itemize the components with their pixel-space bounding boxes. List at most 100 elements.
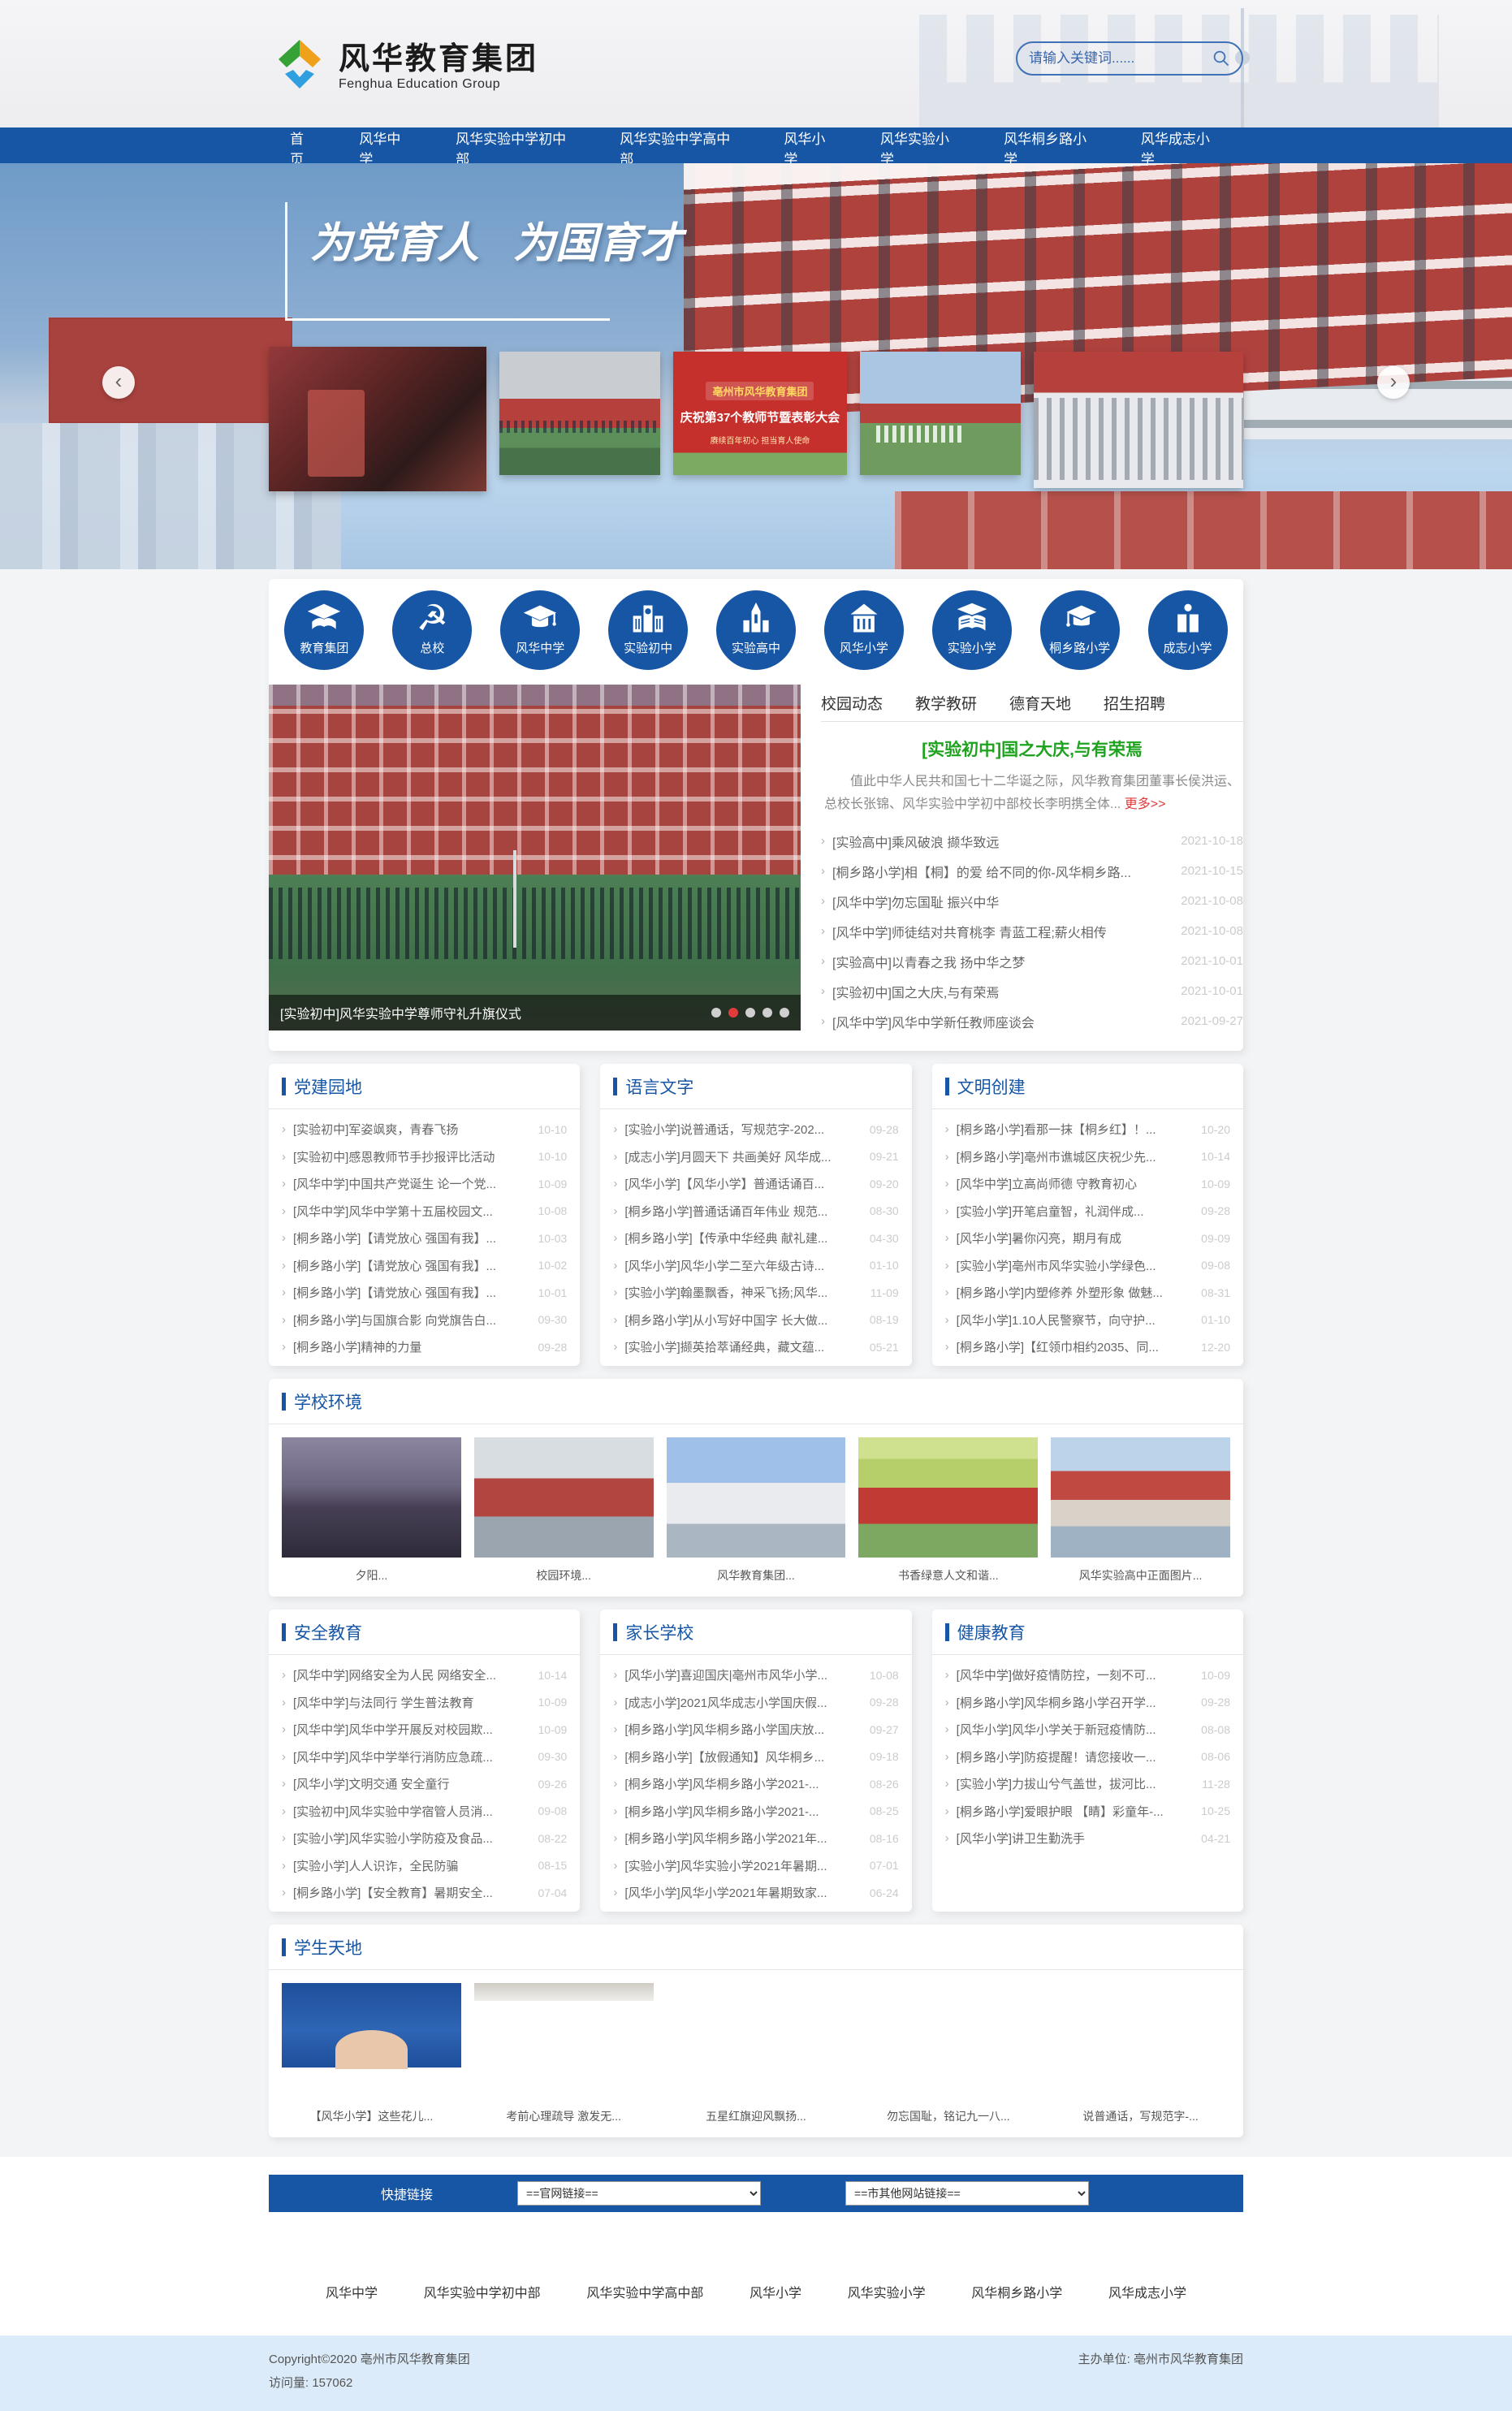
school-icon-link[interactable]: 教育集团 — [270, 590, 378, 670]
environment-photo-item[interactable]: 风华实验高中正面图片... — [1051, 1437, 1230, 1584]
news-list-item[interactable]: ›[实验小学]风华实验小学防疫及食品...08-22 — [282, 1825, 567, 1852]
news-list-item[interactable]: ›[桐乡路小学]【安全教育】暑期安全...07-04 — [282, 1879, 567, 1907]
school-icon-link[interactable]: ☭ 总校 — [378, 590, 486, 670]
banner-thumb-students-salute[interactable] — [1034, 352, 1243, 488]
environment-photo-item[interactable]: 风华教育集团... — [667, 1437, 846, 1584]
footer-school-link[interactable]: 风华实验中学高中部 — [586, 2282, 703, 2301]
news-list-item[interactable]: ›[桐乡路小学]【请党放心 强国有我】...10-01 — [282, 1279, 567, 1307]
news-list-item[interactable]: ›[实验初中]感恩教师节手抄报评比活动10-10 — [282, 1143, 567, 1171]
news-list-item[interactable]: ›[风华小学]喜迎国庆|亳州市风华小学...10-08 — [613, 1661, 898, 1689]
news-list-item[interactable]: › [风华中学]勿忘国耻 振兴中华 2021-10-08 — [821, 886, 1243, 916]
student-photo-item[interactable]: 说普通话，写规范字-... — [1051, 1983, 1230, 2124]
news-list-item[interactable]: ›[桐乡路小学]【放假通知】风华桐乡...09-18 — [613, 1743, 898, 1771]
news-list-item[interactable]: ›[成志小学]2021风华成志小学国庆假...09-28 — [613, 1689, 898, 1717]
news-list-item[interactable]: ›[风华中学]风华中学举行消防应急疏...09-30 — [282, 1743, 567, 1771]
news-list-item[interactable]: ›[桐乡路小学]风华桐乡路小学2021-...08-25 — [613, 1798, 898, 1826]
news-list-item[interactable]: ›[风华小学]风华小学二至六年级古诗...01-10 — [613, 1252, 898, 1280]
news-list-item[interactable]: ›[风华中学]风华中学第十五届校园文...10-08 — [282, 1198, 567, 1225]
site-logo[interactable]: 风华教育集团 Fenghua Education Group — [269, 35, 538, 100]
school-icon-link[interactable]: 实验高中 — [702, 590, 810, 670]
news-list-item[interactable]: ›[成志小学]月圆天下 共画美好 风华成...09-21 — [613, 1143, 898, 1171]
student-photo-item[interactable]: 五星红旗迎风飘扬... — [667, 1983, 846, 2124]
search-input[interactable] — [1029, 50, 1212, 67]
environment-photo-item[interactable]: 校园环境... — [474, 1437, 654, 1584]
nav-item[interactable]: 风华实验中学高中部 — [598, 127, 762, 168]
news-list-item[interactable]: ›[桐乡路小学]从小写好中国字 长大做...08-19 — [613, 1307, 898, 1334]
carousel-dot[interactable] — [711, 1008, 721, 1018]
news-list-item[interactable]: ›[桐乡路小学]内塑修养 外塑形象 做魅...08-31 — [945, 1279, 1230, 1307]
school-icon-link[interactable]: 桐乡路小学 — [1026, 590, 1134, 670]
news-list-item[interactable]: ›[风华小学]风华小学关于新冠疫情防...08-08 — [945, 1716, 1230, 1743]
news-list-item[interactable]: ›[桐乡路小学]【请党放心 强国有我】...10-03 — [282, 1225, 567, 1252]
banner-thumb-teachers-day-poster[interactable]: 亳州市风华教育集团 庆祝第37个教师节暨表彰大会 赓续百年初心 担当育人使命 — [673, 352, 847, 475]
school-icon-link[interactable]: 实验小学 — [918, 590, 1026, 670]
news-list-item[interactable]: ›[风华中学]中国共产党诞生 论一个党...10-09 — [282, 1170, 567, 1198]
banner-thumb-ceremony[interactable] — [269, 347, 486, 491]
news-list-item[interactable]: › [桐乡路小学]相【桐】的爱 给不同的你-风华桐乡路... 2021-10-1… — [821, 856, 1243, 886]
news-list-item[interactable]: ›[桐乡路小学]亳州市谯城区庆祝少先...10-14 — [945, 1143, 1230, 1171]
news-list-item[interactable]: › [实验高中]以青春之我 扬中华之梦 2021-10-01 — [821, 946, 1243, 976]
environment-photo-item[interactable]: 书香绿意人文和谐... — [858, 1437, 1038, 1584]
carousel-dot-active[interactable] — [728, 1008, 738, 1018]
footer-school-link[interactable]: 风华实验小学 — [848, 2282, 926, 2301]
news-tab[interactable]: 校园动态 — [821, 692, 883, 714]
student-photo-item[interactable]: 【风华小学】这些花儿... — [282, 1983, 461, 2124]
environment-photo-item[interactable]: 夕阳... — [282, 1437, 461, 1584]
carousel-dot[interactable] — [780, 1008, 789, 1018]
news-list-item[interactable]: › [风华中学]师徒结对共育桃李 青蓝工程;薪火相传 2021-10-08 — [821, 916, 1243, 946]
news-list-item[interactable]: ›[实验初中]风华实验中学宿管人员消...09-08 — [282, 1798, 567, 1826]
news-list-item[interactable]: ›[风华中学]做好疫情防控，一刻不可...10-09 — [945, 1661, 1230, 1689]
news-list-item[interactable]: ›[桐乡路小学]风华桐乡路小学召开学...09-28 — [945, 1689, 1230, 1717]
news-list-item[interactable]: ›[风华小学]文明交通 安全童行09-26 — [282, 1770, 567, 1798]
news-list-item[interactable]: ›[风华中学]风华中学开展反对校园欺...10-09 — [282, 1716, 567, 1743]
news-list-item[interactable]: ›[风华小学]1.10人民警察节，向守护...01-10 — [945, 1307, 1230, 1334]
news-list-item[interactable]: ›[桐乡路小学]风华桐乡路小学国庆放...09-27 — [613, 1716, 898, 1743]
nav-item[interactable]: 风华实验中学初中部 — [434, 127, 598, 168]
news-list-item[interactable]: ›[风华小学]风华小学2021年暑期致家...06-24 — [613, 1879, 898, 1907]
school-icon-link[interactable]: 风华中学 — [486, 590, 594, 670]
nav-item[interactable]: 风华实验小学 — [859, 127, 983, 168]
school-icon-link[interactable]: 实验初中 — [594, 590, 702, 670]
news-list-item[interactable]: ›[风华中学]立高尚师德 守教育初心10-09 — [945, 1170, 1230, 1198]
news-list-item[interactable]: ›[桐乡路小学]精神的力量09-28 — [282, 1333, 567, 1361]
footer-school-link[interactable]: 风华成志小学 — [1108, 2282, 1186, 2301]
news-list-item[interactable]: ›[桐乡路小学]防疫提醒！请您接收一...08-06 — [945, 1743, 1230, 1771]
news-list-item[interactable]: ›[实验小学]人人识诈，全民防骗08-15 — [282, 1852, 567, 1880]
footer-school-link[interactable]: 风华桐乡路小学 — [971, 2282, 1062, 2301]
carousel-next-button[interactable]: › — [1377, 366, 1410, 399]
student-photo-item[interactable]: 考前心理疏导 激发无... — [474, 1983, 654, 2124]
official-links-select[interactable]: ==官网链接== — [517, 2181, 761, 2206]
carousel-dot[interactable] — [762, 1008, 772, 1018]
news-list-item[interactable]: › [实验初中]国之大庆,与有荣焉 2021-10-01 — [821, 976, 1243, 1006]
news-tab[interactable]: 招生招聘 — [1104, 692, 1165, 714]
footer-school-link[interactable]: 风华小学 — [750, 2282, 801, 2301]
student-photo-item[interactable]: 勿忘国耻，铭记九一八... — [858, 1983, 1038, 2124]
featured-news-title[interactable]: [实验初中]国之大庆,与有荣焉 — [824, 737, 1240, 761]
search-icon[interactable] — [1212, 50, 1230, 67]
news-list-item[interactable]: ›[桐乡路小学]风华桐乡路小学2021-...08-26 — [613, 1770, 898, 1798]
nav-item[interactable]: 风华桐乡路小学 — [983, 127, 1120, 168]
banner-thumb-campus-field[interactable] — [860, 352, 1021, 475]
news-list-item[interactable]: ›[桐乡路小学]看那一抹【桐乡红】！...10-20 — [945, 1116, 1230, 1143]
news-list-item[interactable]: ›[实验小学]亳州市风华实验小学绿色...09-08 — [945, 1252, 1230, 1280]
news-list-item[interactable]: ›[风华中学]网络安全为人民 网络安全...10-14 — [282, 1661, 567, 1689]
news-list-item[interactable]: ›[实验小学]力拔山兮气盖世，拔河比...11-28 — [945, 1770, 1230, 1798]
news-list-item[interactable]: ›[风华小学]讲卫生勤洗手04-21 — [945, 1825, 1230, 1852]
news-list-item[interactable]: ›[桐乡路小学]【红领巾相约2035、同...12-20 — [945, 1333, 1230, 1361]
news-photo-carousel[interactable]: [实验初中]风华实验中学尊师守礼升旗仪式 — [269, 685, 801, 1031]
carousel-dot[interactable] — [745, 1008, 755, 1018]
school-icon-link[interactable]: 风华小学 — [810, 590, 918, 670]
nav-item[interactable]: 风华小学 — [762, 127, 859, 168]
more-link[interactable]: 更多>> — [1125, 797, 1166, 811]
news-list-item[interactable]: ›[实验小学]风华实验小学2021年暑期...07-01 — [613, 1852, 898, 1880]
news-list-item[interactable]: ›[实验小学]翰墨飘香，神采飞扬;风华...11-09 — [613, 1279, 898, 1307]
nav-item[interactable]: 首页 — [269, 127, 338, 168]
news-list-item[interactable]: ›[实验小学]开笔启童智，礼润伴成...09-28 — [945, 1198, 1230, 1225]
news-list-item[interactable]: › [实验高中]乘风破浪 撷华致远 2021-10-18 — [821, 826, 1243, 856]
news-list-item[interactable]: ›[桐乡路小学]【传承中华经典 献礼建...04-30 — [613, 1225, 898, 1252]
news-list-item[interactable]: ›[桐乡路小学]普通话诵百年伟业 规范...08-30 — [613, 1198, 898, 1225]
news-list-item[interactable]: ›[桐乡路小学]爱眼护眼 【睛】彩童年-...10-25 — [945, 1798, 1230, 1826]
news-list-item[interactable]: ›[风华小学]暑你闪亮，期月有成09-09 — [945, 1225, 1230, 1252]
other-sites-select[interactable]: ==市其他网站链接== — [845, 2181, 1089, 2206]
news-tab[interactable]: 教学教研 — [915, 692, 977, 714]
